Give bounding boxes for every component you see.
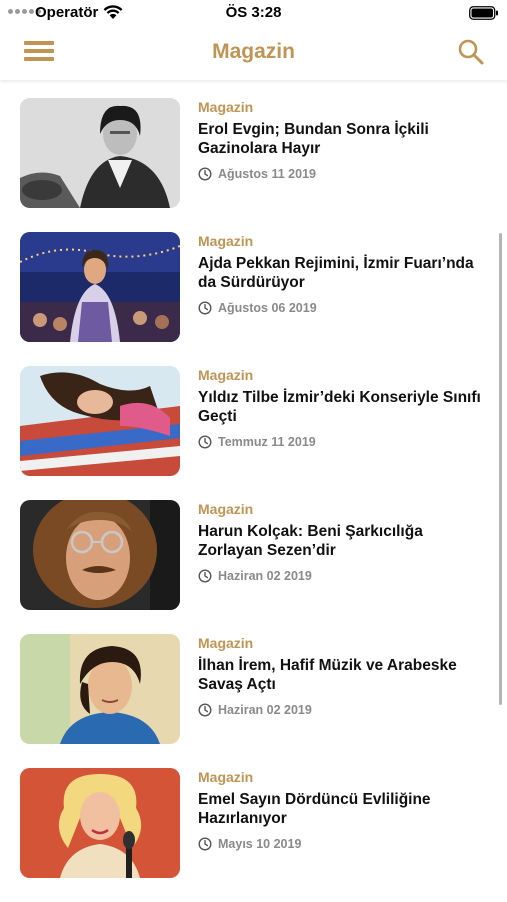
article-item[interactable]: Magazin Yıldız Tilbe İzmir’deki Konseriy… [0,366,507,500]
status-bar: Operatör ÖS 3:28 [0,0,507,26]
article-thumbnail [20,634,180,744]
article-category: Magazin [198,501,254,517]
article-title[interactable]: İlhan İrem, Hafif Müzik ve Arabeske Sava… [198,656,483,694]
article-date: Ağustos 11 2019 [218,167,316,181]
article-title[interactable]: Harun Kolçak: Beni Şarkıcılığa Zorlayan … [198,522,483,560]
article-title[interactable]: Erol Evgin; Bundan Sonra İçkili Gazinola… [198,120,483,158]
article-category: Magazin [198,635,254,651]
clock-icon [198,167,212,181]
clock-icon [198,837,212,851]
clock-icon [198,301,212,315]
article-item[interactable]: Magazin Erol Evgin; Bundan Sonra İçkili … [0,98,507,232]
article-title[interactable]: Ajda Pekkan Rejimini, İzmir Fuarı’nda da… [198,254,483,292]
article-date: Haziran 02 2019 [218,703,312,717]
article-title[interactable]: Yıldız Tilbe İzmir’deki Konseriyle Sınıf… [198,388,483,426]
search-icon[interactable] [457,38,485,66]
article-item[interactable]: Magazin Ajda Pekkan Rejimini, İzmir Fuar… [0,232,507,366]
article-date: Haziran 02 2019 [218,569,312,583]
article-list: Magazin Erol Evgin; Bundan Sonra İçkili … [0,80,507,900]
article-thumbnail [20,232,180,342]
hamburger-menu-icon[interactable] [24,41,54,63]
article-thumbnail [20,366,180,476]
bottom-safe-area [0,880,507,900]
clock-icon [198,569,212,583]
clock-icon [198,435,212,449]
article-category: Magazin [198,99,254,115]
article-item[interactable]: Magazin Harun Kolçak: Beni Şarkıcılığa Z… [0,500,507,634]
article-category: Magazin [198,233,254,249]
page-title: Magazin [212,40,295,63]
article-category: Magazin [198,367,254,383]
article-item[interactable]: Magazin İlhan İrem, Hafif Müzik ve Arabe… [0,634,507,768]
article-date: Ağustos 06 2019 [218,301,317,315]
article-date: Temmuz 11 2019 [218,435,316,449]
clock-time: ÖS 3:28 [225,4,282,21]
article-title[interactable]: Emel Sayın Dördüncü Evliliğine Hazırlanı… [198,790,483,828]
article-thumbnail [20,98,180,208]
nav-bar: Magazin [0,26,507,80]
article-thumbnail [20,768,180,878]
battery-icon [469,6,498,20]
article-date: Mayıs 10 2019 [218,837,302,851]
clock-icon [198,703,212,717]
vertical-scrollbar[interactable] [499,233,502,705]
article-thumbnail [20,500,180,610]
article-category: Magazin [198,769,254,785]
